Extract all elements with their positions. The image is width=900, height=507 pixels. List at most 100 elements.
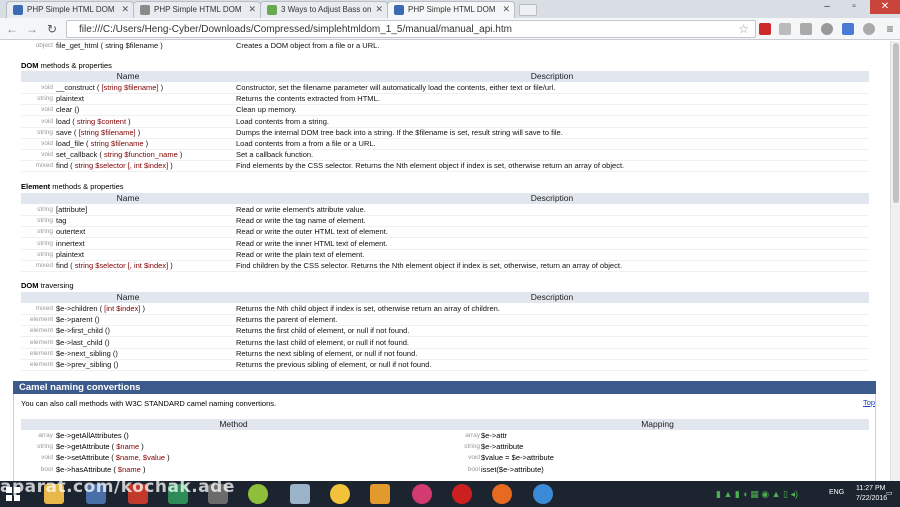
url-text: file:///C:/Users/Heng-Cyber/Downloads/Co… [79,24,512,35]
taskbar-app-icon[interactable] [248,484,268,504]
header-name: Name [116,193,140,203]
table-row: void __construct ( [string $filename] ) Co… [21,83,869,94]
method-description: Read or write the outer HTML text of ele… [236,227,388,237]
method-signature: outertext [56,227,86,237]
table-row: string save ( [string $filename] ) Dumps t… [21,128,869,139]
camel-table-row: string $e->getAttribute ( $name ) string $e… [21,442,869,453]
table-header: Name Description [21,71,869,82]
table-row: mixed $e->children ( [int $index] ) Return… [21,304,869,315]
mapping-return-type: void [468,454,480,462]
extension-globe-icon[interactable] [863,23,875,35]
extension-gear-icon[interactable] [779,23,791,35]
browser-toolbar: ← → ↻ file:///C:/Users/Heng-Cyber/Downlo… [0,18,900,40]
method-signature: $e->getAttribute ( $name ) [56,442,144,452]
address-bar[interactable]: file:///C:/Users/Heng-Cyber/Downloads/Co… [66,20,756,38]
method-signature: $e->parent () [56,315,100,325]
extension-translate-icon[interactable] [842,23,854,35]
table-row: void clear () Clean up memory. [21,105,869,117]
tab-bass[interactable]: 3 Ways to Adjust Bass on ✕ [260,1,388,18]
tab-php-dom-active[interactable]: PHP Simple HTML DOM ✕ [387,1,515,18]
clock-time[interactable]: 11:27 PM [856,485,885,492]
tray-icons[interactable]: ▮ ▲ ▮ ◖ ▦ ◉ ▲ ▯ ◂) [716,489,798,500]
return-type: element [29,349,53,357]
extension-circle-icon[interactable] [821,23,833,35]
method-signature: find ( string $selector [, int $index] ) [56,161,173,171]
section-title: DOM methods & properties [21,61,112,70]
new-tab-button[interactable] [519,4,537,16]
return-type: string [37,95,53,103]
table-row: object file_get_html ( string $filename … [21,41,869,52]
method-description: Constructor, set the filename parameter … [236,83,556,92]
section-title: DOM traversing [21,281,74,290]
minimize-icon[interactable]: – [814,0,840,14]
method-description: Read or write the tag name of element. [236,216,366,226]
return-type: void [41,84,53,91]
method-description: Returns the last child of element, or nu… [236,337,410,347]
method-signature: $e->first_child () [56,326,110,336]
method-signature: $e->hasAttribute ( $name ) [56,464,146,474]
tab-title: PHP Simple HTML DOM [27,5,115,14]
maximize-icon[interactable]: ▫ [841,0,867,14]
method-description: Find elements by the CSS selector. Retur… [236,161,625,171]
top-link[interactable]: Top [863,398,875,407]
return-type: string [37,217,53,225]
opera-icon[interactable] [452,484,472,504]
notifications-icon[interactable]: ▭ [886,489,893,497]
return-type: element [29,338,53,346]
table-row: mixed find ( string $selector [, int $ind… [21,161,869,173]
table-header: Name Description [21,292,869,303]
return-type: string [37,228,53,236]
tab-title: PHP Simple HTML DOM [154,5,242,14]
extension-red-icon[interactable] [759,23,771,35]
menu-icon[interactable]: ≡ [882,21,898,37]
method-signature: $e->prev_sibling () [56,360,119,369]
method-description: Dumps the internal DOM tree back into a … [236,127,563,137]
clock-date[interactable]: 7/22/2016 [856,495,887,502]
language-indicator[interactable]: ENG [829,489,844,496]
tab-close-icon[interactable]: ✕ [375,4,383,15]
method-description: Returns the Nth child object if index is… [236,304,500,313]
vertical-scrollbar[interactable] [890,41,900,481]
method-signature: $e->next_sibling () [56,348,118,358]
taskbar-app-icon[interactable] [412,484,432,504]
back-arrow-icon[interactable]: ← [4,21,20,37]
header-mapping: Mapping [641,419,674,429]
tab-php-dom-2[interactable]: PHP Simple HTML DOM ✕ [133,1,261,18]
method-description: Returns the contents extracted from HTML… [236,94,380,104]
chrome-icon[interactable] [533,484,553,504]
scrollbar-thumb[interactable] [893,43,899,203]
reload-icon[interactable]: ↻ [44,21,60,37]
firefox-icon[interactable] [492,484,512,504]
method-signature: $e->getAllAttributes () [56,431,129,440]
tab-close-icon[interactable]: ✕ [502,4,510,15]
return-type: string [37,128,53,136]
table-row: mixed find ( string $selector [, int $ind… [21,261,869,272]
return-type: object [35,42,53,49]
method-signature: find ( string $selector [, int $index] ) [56,261,173,270]
table-row: void load_file ( string $filename ) Load c… [21,139,869,150]
taskbar-app-icon[interactable] [290,484,310,504]
return-type: string [37,239,53,247]
return-type: void [41,454,53,462]
method-signature: clear () [56,105,80,115]
sublime-text-icon[interactable] [370,484,390,504]
bookmark-star-icon[interactable]: ☆ [738,22,749,36]
extension-grey-icon[interactable] [800,23,812,35]
tab-php-dom-1[interactable]: PHP Simple HTML DOM ✕ [6,1,134,18]
forward-arrow-icon[interactable]: → [24,21,40,37]
method-signature: file_get_html ( string $filename ) [56,41,163,50]
method-description: Set a callback function. [236,150,314,160]
table-row: element $e->prev_sibling () Returns the pr… [21,360,869,371]
method-description: Returns the previous sibling of element,… [236,360,432,369]
tab-close-icon[interactable]: ✕ [248,4,256,15]
table-row: string tag Read or write the tag name of e… [21,216,869,228]
table-row: element $e->next_sibling () Returns the ne… [21,349,869,360]
table-row: string [attribute] Read or write element's… [21,205,869,216]
return-type: string [37,206,53,213]
tab-close-icon[interactable]: ✕ [121,4,129,15]
taskbar-app-icon[interactable] [330,484,350,504]
tab-favicon-icon [394,5,404,15]
method-description: Find children by the CSS selector. Retur… [236,261,623,270]
window-close-icon[interactable]: ✕ [870,0,900,14]
return-type: bool [40,465,53,473]
